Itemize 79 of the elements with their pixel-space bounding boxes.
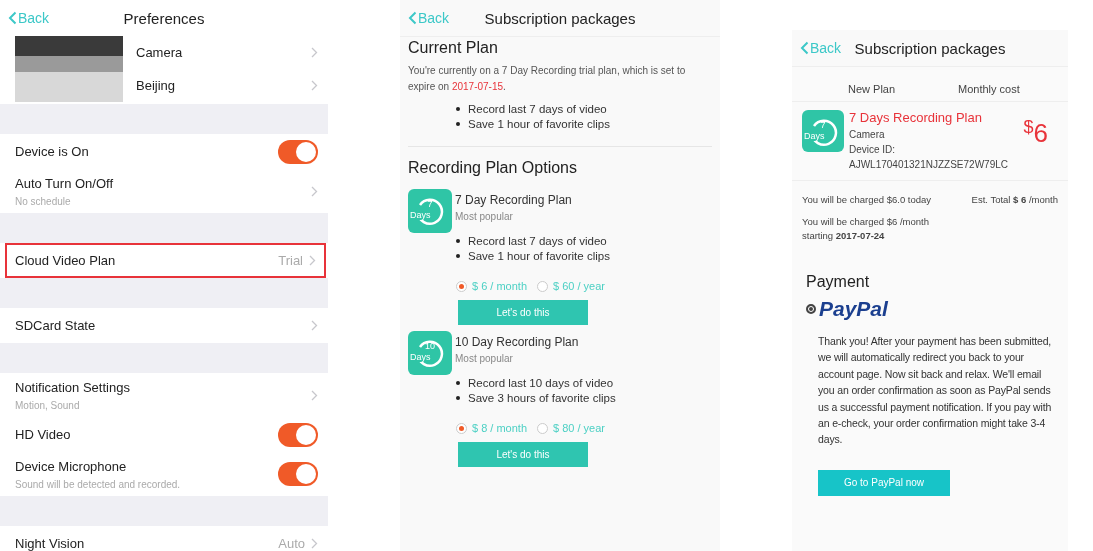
setting-label: Night Vision <box>15 536 85 551</box>
badge-label: Days <box>409 210 432 220</box>
badge-number: 10 <box>424 342 436 351</box>
bullet-icon <box>456 396 460 400</box>
setting-row[interactable]: Notification Settings Motion, Sound <box>0 373 328 417</box>
setting-label: Notification Settings <box>15 379 130 395</box>
setting-row[interactable]: Device Microphone Sound will be detected and recorded. <box>0 452 328 496</box>
setting-description: No schedule <box>15 195 72 207</box>
charge-text: Est. Total $ 6 /month <box>971 193 1058 207</box>
section-heading: Payment <box>806 273 871 291</box>
device-label: Beijing <box>136 78 176 93</box>
back-chevron-icon <box>8 11 17 25</box>
setting-label: Auto Turn On/Off <box>15 175 114 191</box>
payment-message: Thank you! After your payment has been submitted, we will automatically redirect you back to your account page. Now sit back and relax. We'll email you an order confirmation as soon as PayPal sends us a successful payment notification. If you pay with an e-check, your order confirmation might take 3-4 days. <box>818 334 1053 448</box>
plan-name: 10 Day Recording Plan <box>455 335 579 349</box>
setting-label: HD Video <box>15 427 71 442</box>
plan-name: 7 Day Recording Plan <box>455 193 572 207</box>
setting-description: Motion, Sound <box>15 399 81 411</box>
badge-label: Days <box>803 131 826 141</box>
setting-label: Device is On <box>15 144 89 159</box>
setting-row[interactable]: Auto Turn On/Off No schedule <box>0 169 328 213</box>
bullet-icon <box>456 381 460 385</box>
chevron-icon <box>311 47 318 58</box>
toggle-switch[interactable] <box>278 462 318 486</box>
plan-tag: Most popular <box>455 353 579 364</box>
toggle-switch[interactable] <box>278 139 318 164</box>
back-chevron-icon <box>800 41 809 55</box>
badge-number: 7 <box>426 200 434 209</box>
payment-logo: PayPal <box>819 297 888 321</box>
bullet-icon <box>456 239 460 243</box>
setting-label: Device Microphone <box>15 458 128 474</box>
charge-text: You will be charged $6.0 today <box>802 193 933 207</box>
device-row[interactable]: Camera <box>123 36 328 69</box>
setting-row[interactable]: SDCard State <box>0 308 328 343</box>
feature-text: Save 1 hour of favorite clips <box>468 118 610 130</box>
setting-value: Auto <box>278 536 305 551</box>
setting-label: SDCard State <box>15 318 96 333</box>
plan-name: 7 Days Recording Plan <box>849 110 983 125</box>
screen-title: Preferences <box>123 9 205 27</box>
setting-label: Cloud Video Plan <box>15 253 116 268</box>
bullet-icon <box>456 122 460 126</box>
section-heading: Current Plan <box>408 39 499 57</box>
chevron-icon <box>311 320 318 331</box>
feature-text: Save 3 hours of favorite clips <box>468 392 616 404</box>
setting-row[interactable]: HD Video <box>0 417 328 452</box>
toggle-switch[interactable] <box>278 422 318 447</box>
section-heading: Recording Plan Options <box>408 159 578 177</box>
chevron-icon <box>311 80 318 91</box>
chevron-icon <box>311 389 318 401</box>
feature-text: Record last 10 days of video <box>468 377 614 389</box>
plan-price: $6 <box>1023 118 1048 150</box>
setting-description: Sound will be detected and recorded. <box>15 478 181 490</box>
plan-notice: You're currently on a 7 Day Recording trial plan, which is set to expire on 2017-07-15. <box>408 64 687 94</box>
device-id: AJWL170401321NJZZSE72W79LC <box>849 159 1009 170</box>
badge-number: 7 <box>819 121 827 130</box>
charge-text: You will be charged $6 /month starting 2017-07-24 <box>802 215 930 243</box>
screen-title: Subscription packages <box>484 9 636 27</box>
device-label: Camera <box>136 45 183 60</box>
plan-tag: Most popular <box>455 211 572 222</box>
device-id-label: Device ID: <box>849 144 897 155</box>
feature-text: Save 1 hour of favorite clips <box>468 250 610 262</box>
setting-row[interactable]: Night Vision Auto <box>0 526 328 551</box>
radio-button[interactable] <box>806 304 816 314</box>
chevron-icon <box>311 185 318 197</box>
column-header: Monthly cost <box>958 83 1021 95</box>
screen-title: Subscription packages <box>854 39 1006 57</box>
back-chevron-icon <box>408 11 417 25</box>
device-row[interactable]: Beijing <box>123 69 328 102</box>
column-header: New Plan <box>848 83 897 95</box>
feature-text: Record last 7 days of video <box>468 103 607 115</box>
device-name: Camera <box>849 129 886 140</box>
setting-row[interactable]: Device is On <box>0 134 328 169</box>
setting-value: Trial <box>278 253 303 268</box>
chevron-icon <box>309 255 316 266</box>
chevron-icon <box>311 538 318 549</box>
bullet-icon <box>456 107 460 111</box>
badge-label: Days <box>409 352 432 362</box>
bullet-icon <box>456 254 460 258</box>
feature-text: Record last 7 days of video <box>468 235 607 247</box>
